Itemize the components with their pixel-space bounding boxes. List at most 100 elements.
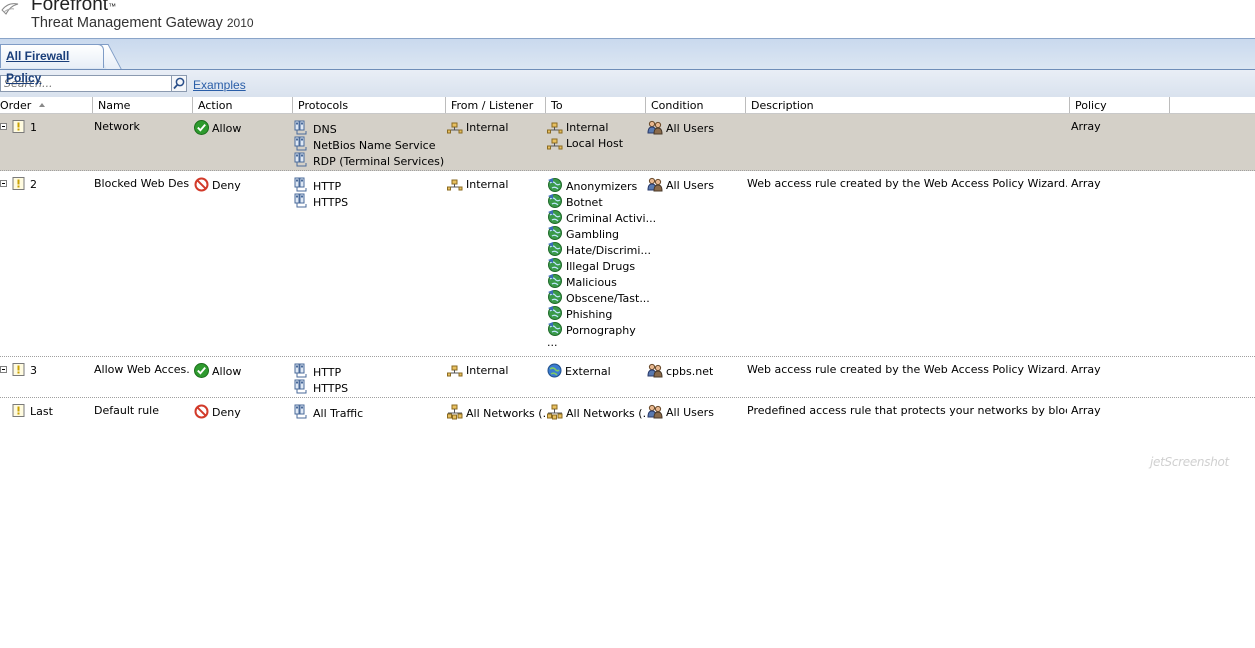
tab-all-firewall-policy[interactable]: All Firewall Policy	[0, 44, 104, 85]
watermark: jetScreenshot	[1150, 455, 1229, 469]
table-row[interactable]: 2 Blocked Web Des... Deny HTTP HTTPS Int…	[0, 171, 1255, 357]
to-item: Pornography	[566, 324, 636, 337]
rule-policy: Array	[1071, 120, 1101, 133]
protocol-icon	[294, 404, 310, 420]
collapse-toggle[interactable]	[0, 180, 7, 187]
to-item-row: Anonymizers	[547, 177, 656, 193]
rule-description: Web access rule created by the Web Acces…	[747, 177, 1067, 190]
rule-description: Predefined access rule that protects you…	[747, 404, 1067, 417]
rule-name: Default rule	[94, 404, 160, 417]
rule-icon	[11, 363, 27, 379]
column-header-protocols[interactable]: Protocols	[293, 97, 446, 113]
protocol-icon	[294, 193, 310, 209]
to-item-row: Botnet	[547, 193, 656, 209]
to-item: Criminal Activi...	[566, 212, 657, 225]
column-header-action[interactable]: Action	[193, 97, 293, 113]
allow-check-icon	[194, 120, 209, 136]
to-item: Botnet	[566, 196, 603, 209]
examples-link[interactable]: Examples	[193, 78, 246, 92]
rule-policy: Array	[1071, 177, 1101, 190]
to-item: Local Host	[566, 137, 624, 150]
table-row[interactable]: 3 Allow Web Acces... Allow HTTP HTTPS In…	[0, 357, 1255, 398]
protocol-item: RDP (Terminal Services)	[313, 155, 445, 168]
column-header-description[interactable]: Description	[746, 97, 1070, 113]
to-item: All Networks (...	[566, 407, 645, 420]
rule-icon	[11, 404, 27, 420]
protocol-item: HTTPS	[313, 382, 349, 395]
column-header-name[interactable]: Name	[93, 97, 193, 113]
rule-condition: All Users	[666, 179, 714, 192]
rule-name: Blocked Web Des...	[94, 177, 190, 190]
rule-order: 2	[30, 178, 37, 191]
users-icon	[647, 177, 663, 193]
collapse-toggle[interactable]	[0, 366, 7, 373]
from-item: All Networks (...	[466, 407, 545, 420]
rule-order: 3	[30, 364, 37, 377]
search-icon	[173, 77, 185, 90]
rule-name: Allow Web Acces...	[94, 363, 190, 376]
network-icon	[447, 179, 463, 193]
protocol-item: HTTP	[313, 180, 342, 193]
protocol-item: HTTPS	[313, 196, 349, 209]
protocol-icon	[294, 379, 310, 395]
to-item-row: Malicious	[547, 273, 656, 289]
collapse-toggle[interactable]	[0, 123, 7, 130]
from-item: Internal	[466, 121, 509, 134]
rule-icon	[11, 120, 27, 136]
all-networks-icon	[447, 404, 463, 420]
globe-icon	[547, 363, 562, 379]
to-item-row: Illegal Drugs	[547, 257, 656, 273]
column-header-condition[interactable]: Condition	[646, 97, 746, 113]
rule-name: Network	[94, 120, 140, 133]
to-item: Hate/Discrimi...	[566, 244, 651, 257]
rule-description: Web access rule created by the Web Acces…	[747, 363, 1067, 376]
rule-action: Allow	[212, 365, 242, 378]
column-header-order[interactable]: Order	[0, 97, 93, 113]
protocol-item: HTTP	[313, 366, 342, 379]
more-items-indicator[interactable]: ...	[547, 337, 656, 353]
rule-policy: Array	[1071, 404, 1101, 417]
users-icon	[647, 363, 663, 379]
to-item-row: Criminal Activi...	[547, 209, 656, 225]
rule-order: Last	[30, 405, 53, 418]
to-item: External	[565, 365, 611, 378]
from-item: Internal	[466, 178, 509, 191]
to-item: Gambling	[566, 228, 620, 241]
forefront-logo-icon	[1, 3, 19, 15]
allow-check-icon	[194, 363, 209, 379]
deny-icon	[194, 404, 209, 420]
tab-strip: All Firewall Policy	[0, 38, 1255, 85]
rule-condition: cpbs.net	[666, 365, 714, 378]
network-icon	[447, 365, 463, 379]
rule-condition: All Users	[666, 406, 714, 419]
to-item-row: Hate/Discrimi...	[547, 241, 656, 257]
to-list: Anonymizers Botnet Criminal Activi... Gambl…	[547, 177, 656, 353]
rule-action: Deny	[212, 406, 241, 419]
column-header-from[interactable]: From / Listener	[446, 97, 546, 113]
rule-order: 1	[30, 121, 37, 134]
to-item-row: Gambling	[547, 225, 656, 241]
users-icon	[647, 404, 663, 420]
sort-ascending-icon	[39, 103, 46, 107]
users-icon	[647, 120, 663, 136]
brand-name: Forefront™	[31, 0, 117, 15]
table-row[interactable]: 1 Network Allow DNS NetBios Name Service…	[0, 114, 1255, 171]
to-item: Malicious	[566, 276, 617, 289]
to-item: Obscene/Tast...	[566, 292, 650, 305]
protocol-icon	[294, 152, 310, 168]
to-item: Internal	[566, 121, 609, 134]
column-header-to[interactable]: To	[546, 97, 646, 113]
all-networks-icon	[547, 404, 563, 420]
search-bar: Examples	[0, 70, 1255, 98]
search-button[interactable]	[171, 75, 187, 92]
rule-action: Allow	[212, 122, 242, 135]
rule-action: Deny	[212, 179, 241, 192]
rule-icon	[11, 177, 27, 193]
to-item: Phishing	[566, 308, 613, 321]
product-name: Threat Management Gateway 2010	[31, 15, 254, 31]
to-item-row: Pornography	[547, 321, 656, 337]
from-item: Internal	[466, 364, 509, 377]
table-row[interactable]: Last Default rule Deny All Traffic All N…	[0, 398, 1255, 422]
column-header-policy[interactable]: Policy	[1070, 97, 1170, 113]
column-header-row: Order Name Action Protocols From / Liste…	[0, 97, 1255, 114]
